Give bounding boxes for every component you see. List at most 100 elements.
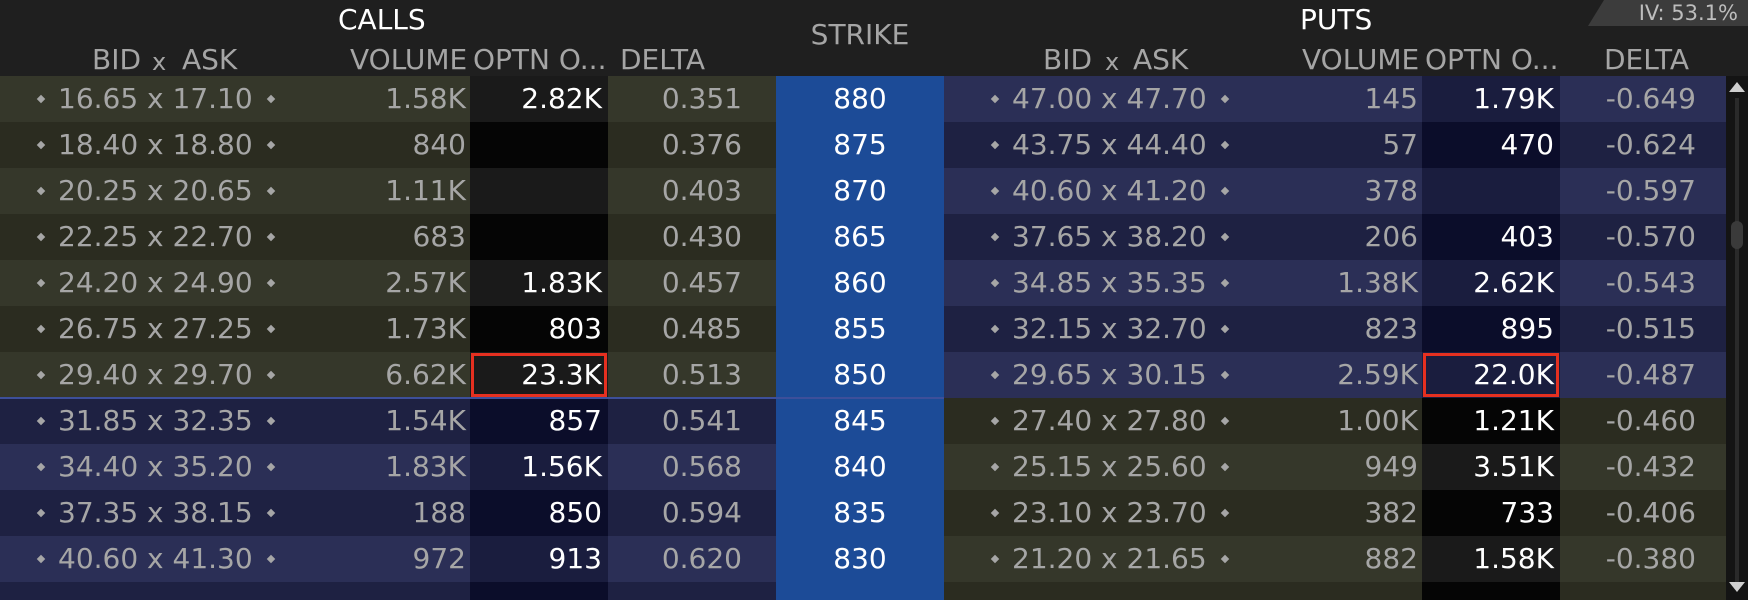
bid-diamond-icon[interactable]	[36, 324, 46, 334]
strike-cell[interactable]: 835	[776, 490, 944, 536]
call-open-interest-cell[interactable]: 857	[470, 398, 608, 444]
strike-cell[interactable]: 860	[776, 260, 944, 306]
call-delta-cell[interactable]: 0.351	[608, 76, 776, 122]
call-delta-cell[interactable]: 0.513	[608, 352, 776, 398]
strike-cell[interactable]: 880	[776, 76, 944, 122]
call-volume-cell[interactable]: 1.58K	[320, 76, 470, 122]
ask-diamond-icon[interactable]	[1220, 462, 1230, 472]
call-volume-cell[interactable]: 972	[320, 536, 470, 582]
call-bid-ask-cell[interactable]: 24.20 x 24.90	[0, 260, 320, 306]
call-delta-cell[interactable]: 0.457	[608, 260, 776, 306]
put-delta-cell[interactable]: -0.570	[1560, 214, 1726, 260]
call-volume-cell[interactable]: 1.11K	[320, 168, 470, 214]
ask-diamond-icon[interactable]	[266, 416, 276, 426]
put-open-interest-cell[interactable]: 403	[1422, 214, 1560, 260]
call-volume-cell[interactable]: 6.62K	[320, 352, 470, 398]
put-volume-cell[interactable]: 1.00K	[1258, 398, 1422, 444]
table-row[interactable]: 34.40 x 35.20 1.83K 1.56K 0.568 840 25.15 x 2…	[0, 444, 1726, 490]
put-bid-ask-cell[interactable]: 37.65 x 38.20	[944, 214, 1258, 260]
call-volume-cell[interactable]: 2.57K	[320, 260, 470, 306]
put-bid-ask-cell[interactable]: 27.40 x 27.80	[944, 398, 1258, 444]
table-row[interactable]: 16.65 x 17.10 1.58K 2.82K 0.351 880 47.00 x 4…	[0, 76, 1726, 122]
vertical-scrollbar[interactable]	[1726, 76, 1748, 600]
puts-bid-header[interactable]: BID	[1043, 46, 1092, 74]
table-row[interactable]: 24.20 x 24.90 2.57K 1.83K 0.457 860 34.85 x 3…	[0, 260, 1726, 306]
table-row[interactable]: 37.35 x 38.15 188 850 0.594 835 23.10 x 23.70…	[0, 490, 1726, 536]
bid-diamond-icon[interactable]	[990, 140, 1000, 150]
bid-diamond-icon[interactable]	[36, 370, 46, 380]
bid-diamond-icon[interactable]	[36, 94, 46, 104]
bid-diamond-icon[interactable]	[990, 324, 1000, 334]
call-bid-ask-cell[interactable]: 26.75 x 27.25	[0, 306, 320, 352]
put-bid-ask-cell[interactable]: 21.20 x 21.65	[944, 536, 1258, 582]
call-open-interest-cell[interactable]	[470, 214, 608, 260]
call-bid-ask-cell[interactable]: 37.35 x 38.15	[0, 490, 320, 536]
call-bid-ask-cell[interactable]: 34.40 x 35.20	[0, 444, 320, 490]
call-open-interest-cell[interactable]: 2.82K	[470, 76, 608, 122]
puts-open-interest-header[interactable]: OPTN O...	[1425, 46, 1558, 74]
calls-open-interest-header[interactable]: OPTN O...	[473, 46, 606, 74]
put-open-interest-cell[interactable]: 1.79K	[1422, 76, 1560, 122]
bid-diamond-icon[interactable]	[36, 232, 46, 242]
ask-diamond-icon[interactable]	[266, 278, 276, 288]
ask-diamond-icon[interactable]	[266, 324, 276, 334]
call-open-interest-cell[interactable]	[470, 168, 608, 214]
put-delta-cell[interactable]: -0.432	[1560, 444, 1726, 490]
call-volume-cell[interactable]: 1.73K	[320, 306, 470, 352]
put-volume-cell[interactable]: 1.38K	[1258, 260, 1422, 306]
bid-diamond-icon[interactable]	[36, 186, 46, 196]
bid-diamond-icon[interactable]	[990, 186, 1000, 196]
bid-diamond-icon[interactable]	[990, 232, 1000, 242]
table-row[interactable]: 29.40 x 29.70 6.62K 23.3K 0.513 850 29.65 x 3…	[0, 352, 1726, 398]
call-volume-cell[interactable]: 1.54K	[320, 398, 470, 444]
table-row[interactable]: 31.85 x 32.35 1.54K 857 0.541 845 27.40 x 27.…	[0, 398, 1726, 444]
put-volume-cell[interactable]: 949	[1258, 444, 1422, 490]
puts-volume-header[interactable]: VOLUME	[1302, 46, 1419, 74]
calls-volume-header[interactable]: VOLUME	[350, 46, 467, 74]
strike-cell[interactable]: 845	[776, 398, 944, 444]
table-row[interactable]: 22.25 x 22.70 683 0.430 865 37.65 x 38.20 206…	[0, 214, 1726, 260]
put-open-interest-cell[interactable]	[1422, 168, 1560, 214]
call-delta-cell[interactable]: 0.620	[608, 536, 776, 582]
put-volume-cell[interactable]: 823	[1258, 306, 1422, 352]
ask-diamond-icon[interactable]	[266, 508, 276, 518]
bid-diamond-icon[interactable]	[36, 278, 46, 288]
call-volume-cell[interactable]: 840	[320, 122, 470, 168]
call-delta-cell[interactable]: 0.430	[608, 214, 776, 260]
strike-cell[interactable]: 850	[776, 352, 944, 398]
puts-delta-header[interactable]: DELTA	[1604, 46, 1689, 74]
bid-diamond-icon[interactable]	[36, 554, 46, 564]
put-delta-cell[interactable]: -0.460	[1560, 398, 1726, 444]
scroll-up-arrow-icon[interactable]	[1729, 82, 1745, 92]
call-delta-cell[interactable]: 0.403	[608, 168, 776, 214]
put-bid-ask-cell[interactable]: 23.10 x 23.70	[944, 490, 1258, 536]
put-volume-cell[interactable]: 882	[1258, 536, 1422, 582]
ask-diamond-icon[interactable]	[266, 554, 276, 564]
call-open-interest-cell[interactable]: 850	[470, 490, 608, 536]
ask-diamond-icon[interactable]	[266, 186, 276, 196]
put-open-interest-cell[interactable]: 1.58K	[1422, 536, 1560, 582]
put-volume-cell[interactable]: 382	[1258, 490, 1422, 536]
put-delta-cell[interactable]: -0.487	[1560, 352, 1726, 398]
put-delta-cell[interactable]: -0.406	[1560, 490, 1726, 536]
call-delta-cell[interactable]: 0.485	[608, 306, 776, 352]
table-row[interactable]: 40.60 x 41.30 972 913 0.620 830 21.20 x 21.65…	[0, 536, 1726, 582]
bid-diamond-icon[interactable]	[990, 278, 1000, 288]
bid-diamond-icon[interactable]	[990, 554, 1000, 564]
put-open-interest-cell[interactable]: 733	[1422, 490, 1560, 536]
puts-ask-header[interactable]: ASK	[1133, 46, 1188, 74]
call-open-interest-cell[interactable]: 1.83K	[470, 260, 608, 306]
put-bid-ask-cell[interactable]: 47.00 x 47.70	[944, 76, 1258, 122]
call-open-interest-cell[interactable]: 913	[470, 536, 608, 582]
bid-diamond-icon[interactable]	[36, 416, 46, 426]
ask-diamond-icon[interactable]	[1220, 186, 1230, 196]
ask-diamond-icon[interactable]	[1220, 278, 1230, 288]
ask-diamond-icon[interactable]	[1220, 508, 1230, 518]
bid-diamond-icon[interactable]	[990, 462, 1000, 472]
put-volume-cell[interactable]: 378	[1258, 168, 1422, 214]
ask-diamond-icon[interactable]	[266, 140, 276, 150]
bid-diamond-icon[interactable]	[36, 508, 46, 518]
call-delta-cell[interactable]: 0.541	[608, 398, 776, 444]
put-delta-cell[interactable]: -0.624	[1560, 122, 1726, 168]
put-delta-cell[interactable]: -0.597	[1560, 168, 1726, 214]
